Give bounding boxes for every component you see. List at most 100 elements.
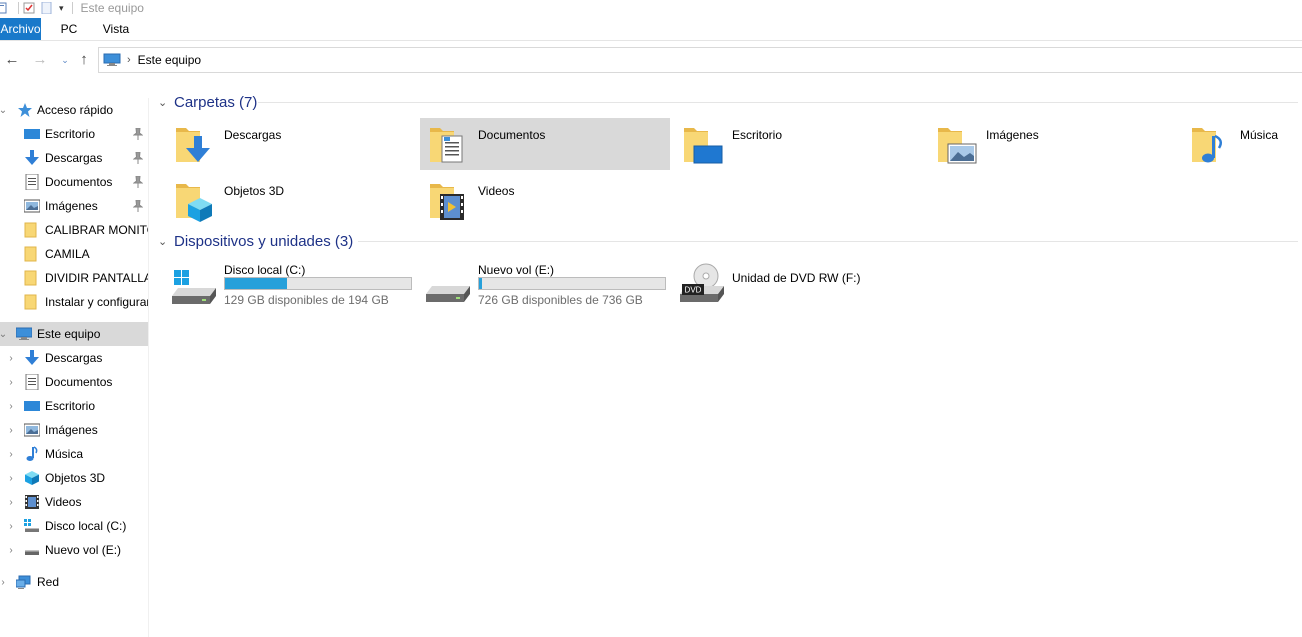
back-button[interactable]: ← [4, 52, 20, 68]
sidebar-item-pc-escritorio[interactable]: › Escritorio [0, 394, 148, 418]
drive-tile-dvd-f[interactable]: DVD Unidad de DVD RW (F:) [674, 258, 924, 310]
folder-tile-escritorio[interactable]: Escritorio [674, 118, 924, 170]
star-icon [18, 103, 32, 117]
folder-tile-documentos[interactable]: Documentos [420, 118, 670, 170]
chevron-right-icon[interactable]: › [0, 577, 8, 588]
tab-vista[interactable]: Vista [100, 18, 132, 40]
chevron-right-icon[interactable]: › [6, 401, 16, 412]
properties-icon[interactable] [0, 2, 8, 14]
sidebar-item-instalar-y-configurar[interactable]: Instalar y configurar [0, 290, 148, 314]
drive-free-space: 726 GB disponibles de 736 GB [478, 293, 643, 307]
sidebar-item-label: CALIBRAR MONITOR [45, 223, 148, 237]
drive-label: Disco local (C:) [224, 263, 306, 277]
dvd-drive-icon: DVD [680, 263, 724, 302]
sidebar-item-camila[interactable]: CAMILA [0, 242, 148, 266]
drive-icon [25, 550, 39, 555]
sidebar-item-this-pc[interactable]: ⌄ Este equipo [0, 322, 148, 346]
drive-usage-fill [225, 278, 288, 289]
download-icon [25, 350, 39, 365]
sidebar-item-pc-disco-local-c[interactable]: › Disco local (C:) [0, 514, 148, 538]
tab-pc[interactable]: PC [56, 18, 82, 40]
group-header-devices[interactable]: ⌄ Dispositivos y unidades (3) [158, 231, 1298, 251]
sidebar-item-label: Acceso rápido [37, 103, 114, 117]
pin-icon[interactable] [133, 176, 143, 188]
drive-label: Unidad de DVD RW (F:) [732, 271, 861, 285]
chevron-right-icon[interactable]: › [6, 449, 16, 460]
pin-icon[interactable] [133, 152, 143, 164]
pin-icon[interactable] [133, 128, 143, 140]
sidebar-item-pc-documentos[interactable]: › Documentos [0, 370, 148, 394]
sidebar-item-imagenes[interactable]: Imágenes [0, 194, 148, 218]
up-button[interactable]: ↑ [76, 52, 92, 68]
folder-tile-objetos-3d[interactable]: Objetos 3D [166, 174, 416, 226]
folder-tile-videos[interactable]: Videos [420, 174, 670, 226]
sidebar-item-pc-nuevo-vol-e[interactable]: › Nuevo vol (E:) [0, 538, 148, 562]
sidebar-item-pc-musica[interactable]: › Música [0, 442, 148, 466]
sidebar-item-dividir-pantalla[interactable]: DIVIDIR PANTALLA [0, 266, 148, 290]
sidebar-item-label: DIVIDIR PANTALLA [45, 271, 148, 285]
customize-qat-icon[interactable]: ▾ [59, 3, 64, 14]
windows-drive-icon [172, 270, 216, 304]
checklist-icon[interactable] [23, 2, 35, 14]
sidebar-item-quick-access[interactable]: ⌄ Acceso rápido [0, 98, 148, 122]
sidebar-item-label: Descargas [45, 151, 103, 165]
sidebar-item-pc-objetos-3d[interactable]: › Objetos 3D [0, 466, 148, 490]
tab-archivo[interactable]: Archivo [0, 18, 41, 40]
forward-button[interactable]: → [32, 52, 48, 68]
sidebar-item-calibrar-monitor[interactable]: CALIBRAR MONITOR [0, 218, 148, 242]
group-title: Dispositivos y unidades (3) [174, 232, 354, 250]
sidebar-item-label: Instalar y configurar [45, 295, 148, 309]
dvd-badge: DVD [685, 286, 702, 295]
folder-tile-musica[interactable]: Música [1182, 118, 1302, 170]
folder-tile-descargas[interactable]: Descargas [166, 118, 416, 170]
chevron-down-icon[interactable]: ⌄ [158, 96, 172, 109]
sidebar-item-pc-imagenes[interactable]: › Imágenes [0, 418, 148, 442]
folder-label: Escritorio [732, 128, 783, 142]
folder-tile-imagenes[interactable]: Imágenes [928, 118, 1178, 170]
desktop-icon [24, 129, 40, 139]
chevron-expanded-icon[interactable]: ⌄ [0, 105, 8, 116]
drive-tile-disco-local-c[interactable]: Disco local (C:) 129 GB disponibles de 1… [166, 258, 416, 310]
chevron-expanded-icon[interactable]: ⌄ [0, 329, 8, 340]
desktop-icon [24, 401, 40, 411]
music-folder-icon [1192, 128, 1223, 163]
window-title: Este equipo [80, 1, 144, 15]
ribbon-tabs: Archivo PC Vista [0, 16, 1302, 41]
folder-label: Documentos [478, 128, 546, 142]
arrow-left-icon: ← [4, 51, 20, 68]
address-bar-row: ← → ⌄ ↑ › Este equipo [0, 44, 1302, 76]
drive-tile-nuevo-vol-e[interactable]: Nuevo vol (E:) 726 GB disponibles de 736… [420, 258, 670, 310]
chevron-down-icon: ⌄ [61, 55, 69, 65]
chevron-right-icon[interactable]: › [6, 545, 16, 556]
pin-icon[interactable] [133, 200, 143, 212]
breadcrumb[interactable]: Este equipo [138, 53, 201, 67]
sidebar-item-escritorio[interactable]: Escritorio [0, 122, 148, 146]
chevron-right-icon[interactable]: › [6, 353, 16, 364]
chevron-right-icon[interactable]: › [6, 497, 16, 508]
sidebar-item-descargas[interactable]: Descargas [0, 146, 148, 170]
folder-icon [24, 270, 37, 286]
sidebar-item-documentos[interactable]: Documentos [0, 170, 148, 194]
navigation-pane: ⌄ Acceso rápido Escritorio Descargas Doc… [0, 98, 149, 637]
folder-label: Objetos 3D [224, 184, 285, 198]
folder-label: Música [1240, 128, 1279, 142]
3d-objects-folder-icon [176, 184, 212, 222]
chevron-right-icon[interactable]: › [6, 473, 16, 484]
drive-usage-bar [478, 277, 666, 290]
new-folder-icon[interactable] [41, 2, 53, 14]
address-field[interactable]: › Este equipo [98, 47, 1302, 73]
group-header-folders[interactable]: ⌄ Carpetas (7) [158, 92, 1298, 112]
videos-folder-icon [430, 184, 464, 220]
download-folder-icon [176, 128, 210, 162]
chevron-right-icon[interactable]: › [6, 521, 16, 532]
sidebar-item-label: Descargas [45, 351, 103, 365]
recent-locations-button[interactable]: ⌄ [57, 52, 73, 68]
folder-icon [24, 222, 37, 238]
sidebar-item-pc-descargas[interactable]: › Descargas [0, 346, 148, 370]
sidebar-item-pc-videos[interactable]: › Videos [0, 490, 148, 514]
folder-icon [24, 246, 37, 262]
sidebar-item-network[interactable]: › Red [0, 570, 148, 594]
chevron-right-icon[interactable]: › [6, 425, 16, 436]
chevron-down-icon[interactable]: ⌄ [158, 235, 172, 248]
chevron-right-icon[interactable]: › [6, 377, 16, 388]
